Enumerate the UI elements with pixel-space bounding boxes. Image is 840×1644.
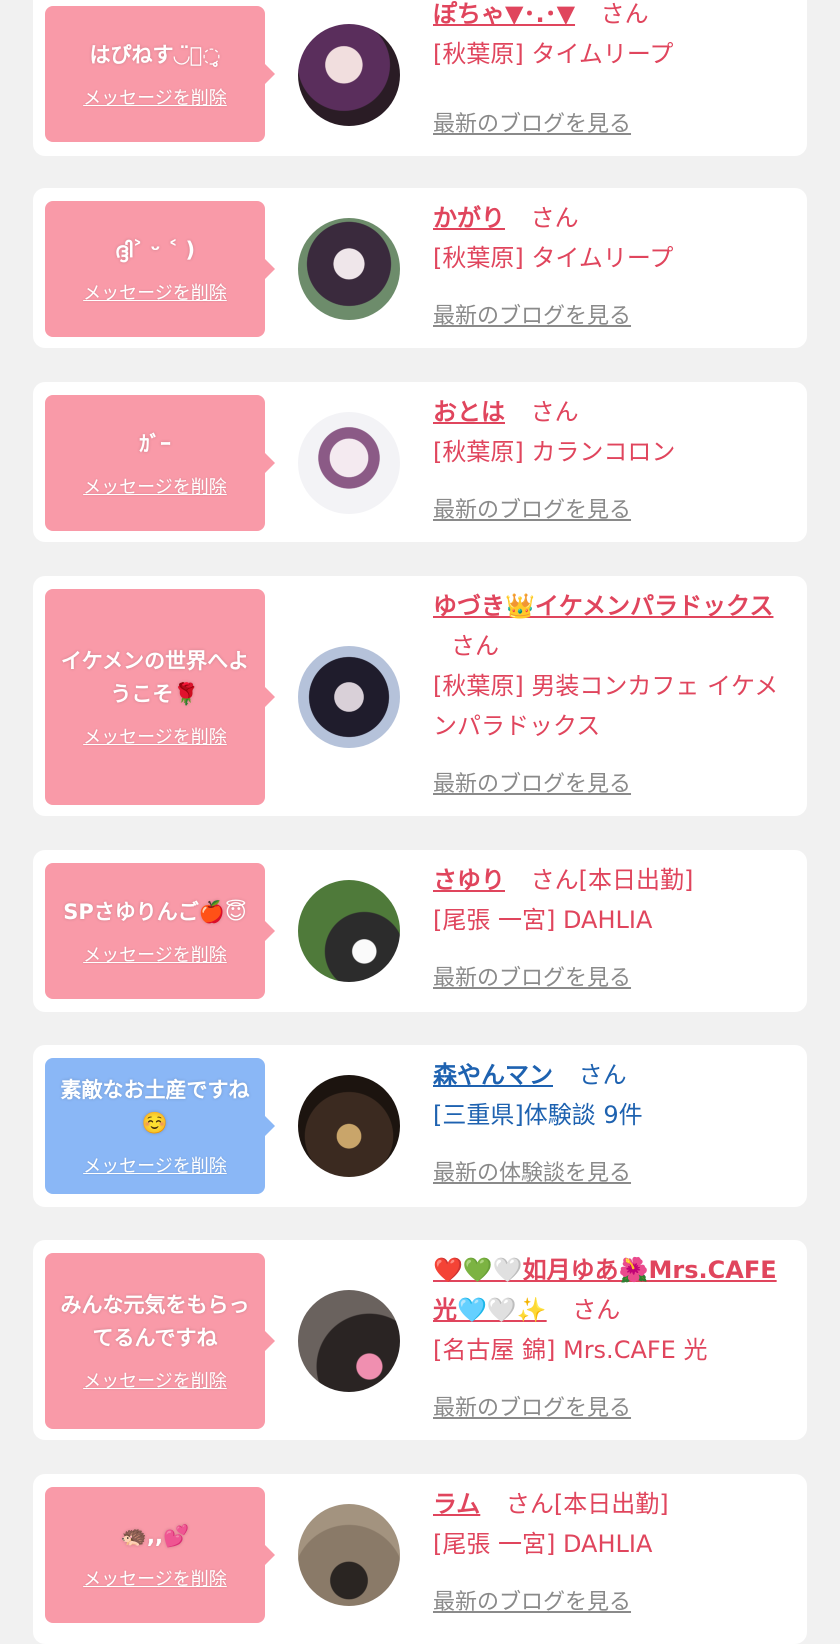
message-text: 素敵なお土産ですね☺️ [60, 1078, 250, 1135]
message-card: SPさゆりんご🍎😇 メッセージを削除 さゆり さん[本日出勤] [尾張 一宮] … [33, 850, 807, 1012]
avatar[interactable] [298, 412, 400, 514]
delete-message-link[interactable]: メッセージを削除 [83, 279, 227, 305]
shop-name: [秋葉原] カランコロン [433, 438, 676, 466]
latest-blog-link[interactable]: 最新のブログを見る [433, 1390, 631, 1422]
profile-name-link[interactable]: ゆづき👑イケメンパラドックス [433, 592, 773, 620]
message-card: 🦔,,💕 メッセージを削除 ラム さん[本日出勤] [尾張 一宮] DAHLIA… [33, 1474, 807, 1644]
shop-name: [三重県]体験談 9件 [433, 1101, 643, 1129]
message-text: はぴねす◡̈⃝︎◌̥ [89, 42, 221, 67]
avatar[interactable] [298, 880, 400, 982]
honorific: さん [572, 1296, 621, 1324]
message-card: 素敵なお土産ですね☺️ メッセージを削除 森やんマン さん [三重県]体験談 9… [33, 1045, 807, 1207]
message-card: ｶﾞｰ メッセージを削除 おとは さん [秋葉原] カランコロン 最新のブログを… [33, 382, 807, 542]
honorific: さん[本日出勤] [505, 1490, 669, 1518]
profile-info: 森やんマン さん [三重県]体験談 9件 [433, 1055, 791, 1135]
honorific: さん [578, 1061, 627, 1089]
profile-info: おとは さん [秋葉原] カランコロン [433, 392, 791, 472]
delete-message-link[interactable]: メッセージを削除 [83, 473, 227, 499]
name-line: ゆづき👑イケメンパラドックス さん [433, 586, 791, 666]
profile-name-link[interactable]: ラム [433, 1490, 480, 1518]
name-line: かがり さん [433, 198, 791, 238]
profile-name-link[interactable]: さゆり [433, 866, 505, 894]
profile-name-link[interactable]: 森やんマン [433, 1061, 553, 1089]
profile-info: ラム さん[本日出勤] [尾張 一宮] DAHLIA [433, 1484, 791, 1564]
latest-blog-link[interactable]: 最新のブログを見る [433, 766, 631, 798]
delete-message-link[interactable]: メッセージを削除 [83, 1565, 227, 1591]
honorific: さん [530, 204, 579, 232]
name-line: 森やんマン さん [433, 1055, 791, 1095]
message-card: はぴねす◡̈⃝︎◌̥ メッセージを削除 ぽちゃ▼･.･▼ さん [秋葉原] タイ… [33, 0, 807, 156]
message-card: イケメンの世界へようこそ🌹 メッセージを削除 ゆづき👑イケメンパラドックス さん… [33, 576, 807, 816]
message-bubble: 🦔,,💕 メッセージを削除 [45, 1487, 275, 1623]
profile-info: かがり さん [秋葉原] タイムリープ [433, 198, 791, 278]
profile-info: ゆづき👑イケメンパラドックス さん [秋葉原] 男装コンカフェ イケメンパラドッ… [433, 586, 791, 746]
honorific: さん [530, 398, 579, 426]
name-line: ❤️💚🤍如月ゆあ🌺Mrs.CAFE光🩵🤍✨ さん [433, 1250, 791, 1330]
latest-blog-link[interactable]: 最新のブログを見る [433, 1584, 631, 1616]
name-line: おとは さん [433, 392, 791, 432]
message-bubble: 素敵なお土産ですね☺️ メッセージを削除 [45, 1058, 275, 1194]
latest-blog-link[interactable]: 最新のブログを見る [433, 106, 631, 138]
message-bubble: ദ്ദി˃ ᵕ ˂ ) メッセージを削除 [45, 201, 275, 337]
latest-review-link[interactable]: 最新の体験談を見る [433, 1155, 631, 1187]
message-text: ｶﾞｰ [139, 431, 171, 456]
avatar[interactable] [298, 1290, 400, 1392]
delete-message-link[interactable]: メッセージを削除 [83, 84, 227, 110]
delete-message-link[interactable]: メッセージを削除 [83, 1152, 227, 1178]
shop-name: [秋葉原] 男装コンカフェ イケメンパラドックス [433, 672, 779, 740]
message-text: SPさゆりんご🍎😇 [63, 899, 247, 924]
name-line: さゆり さん[本日出勤] [433, 860, 791, 900]
name-line: ラム さん[本日出勤] [433, 1484, 791, 1524]
profile-name-link[interactable]: おとは [433, 398, 505, 426]
latest-blog-link[interactable]: 最新のブログを見る [433, 298, 631, 330]
latest-blog-link[interactable]: 最新のブログを見る [433, 960, 631, 992]
message-bubble: はぴねす◡̈⃝︎◌̥ メッセージを削除 [45, 6, 275, 142]
message-bubble: イケメンの世界へようこそ🌹 メッセージを削除 [45, 589, 275, 805]
avatar[interactable] [298, 646, 400, 748]
message-bubble: みんな元気をもらってるんですね メッセージを削除 [45, 1253, 275, 1429]
shop-name: [尾張 一宮] DAHLIA [433, 906, 653, 934]
honorific: さん[本日出勤] [530, 866, 694, 894]
latest-blog-link[interactable]: 最新のブログを見る [433, 492, 631, 524]
honorific: さん [451, 632, 499, 660]
avatar[interactable] [298, 218, 400, 320]
profile-name-link[interactable]: かがり [433, 204, 505, 232]
message-text: みんな元気をもらってるんですね [60, 1293, 250, 1350]
message-bubble: ｶﾞｰ メッセージを削除 [45, 395, 275, 531]
delete-message-link[interactable]: メッセージを削除 [83, 723, 227, 749]
shop-name: [尾張 一宮] DAHLIA [433, 1530, 653, 1558]
message-card: みんな元気をもらってるんですね メッセージを削除 ❤️💚🤍如月ゆあ🌺Mrs.CA… [33, 1240, 807, 1440]
delete-message-link[interactable]: メッセージを削除 [83, 1367, 227, 1393]
avatar[interactable] [298, 1075, 400, 1177]
message-text: イケメンの世界へようこそ🌹 [60, 649, 250, 706]
shop-name: [秋葉原] タイムリープ [433, 40, 674, 68]
honorific: さん [600, 0, 649, 28]
message-text: ദ്ദി˃ ᵕ ˂ ) [114, 237, 196, 262]
profile-info: ぽちゃ▼･.･▼ さん [秋葉原] タイムリープ [433, 0, 791, 74]
profile-info: さゆり さん[本日出勤] [尾張 一宮] DAHLIA [433, 860, 791, 940]
message-text: 🦔,,💕 [120, 1523, 190, 1548]
avatar[interactable] [298, 1504, 400, 1606]
message-bubble: SPさゆりんご🍎😇 メッセージを削除 [45, 863, 275, 999]
profile-info: ❤️💚🤍如月ゆあ🌺Mrs.CAFE光🩵🤍✨ さん [名古屋 錦] Mrs.CAF… [433, 1250, 791, 1370]
avatar[interactable] [298, 24, 400, 126]
delete-message-link[interactable]: メッセージを削除 [83, 941, 227, 967]
shop-name: [秋葉原] タイムリープ [433, 244, 674, 272]
message-card: ദ്ദി˃ ᵕ ˂ ) メッセージを削除 かがり さん [秋葉原] タイムリープ… [33, 188, 807, 348]
shop-name: [名古屋 錦] Mrs.CAFE 光 [433, 1336, 708, 1364]
profile-name-link[interactable]: ぽちゃ▼･.･▼ [433, 0, 575, 28]
name-line: ぽちゃ▼･.･▼ さん [433, 0, 791, 34]
